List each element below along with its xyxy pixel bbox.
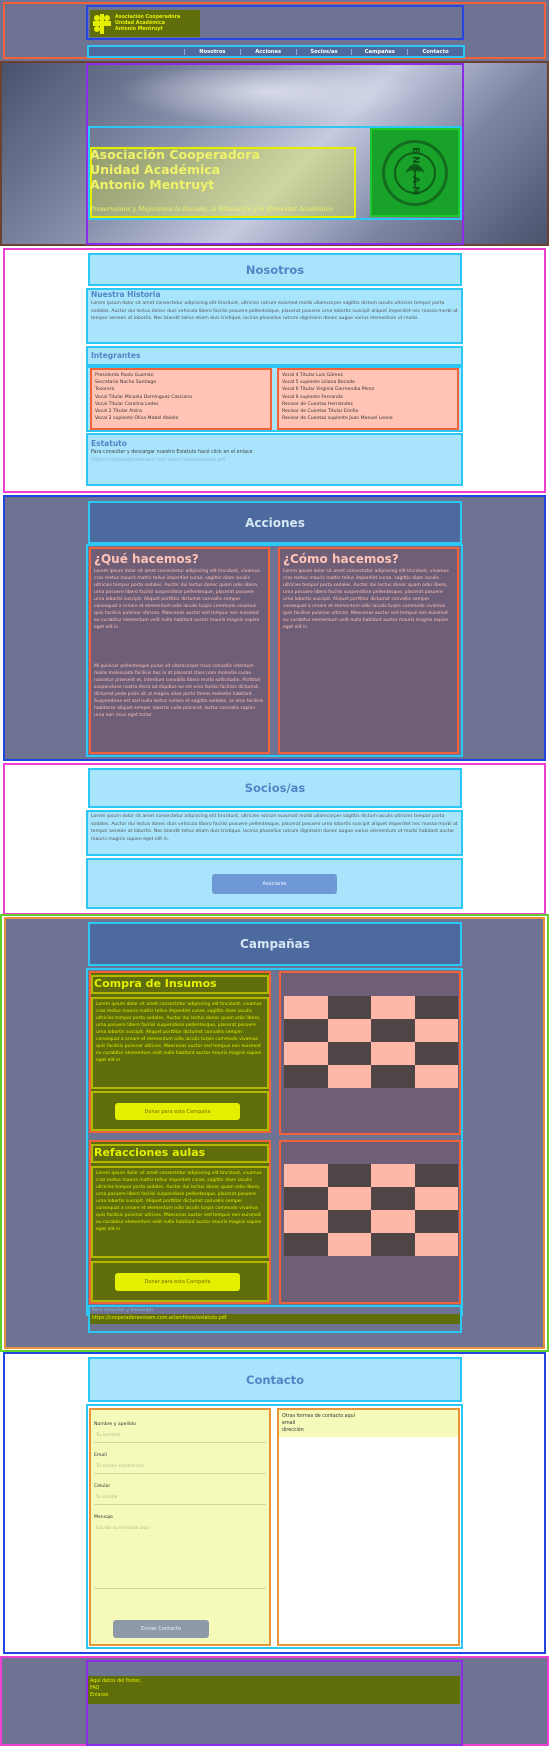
nav-campanas[interactable]: Campañas xyxy=(351,48,407,55)
footer-line: Aquí datos del footer, xyxy=(90,1679,142,1684)
como-hacemos-card: ¿Cómo hacemos? Lorem ipsum dolor sit ame… xyxy=(278,547,459,754)
celular-field[interactable]: Tu celular xyxy=(94,1491,266,1505)
member: Tesorera xyxy=(95,387,115,393)
donar-button[interactable]: Donar para esta Campaña xyxy=(115,1273,240,1291)
campaign-text: Lorem ipsum dolor sit amet consectetur a… xyxy=(91,997,269,1089)
campaign-text: Lorem ipsum dolor sit amet consectetur a… xyxy=(91,1166,269,1258)
socios-text-box: Lorem ipsum dolor sit amet consectetur a… xyxy=(86,810,463,856)
nosotros-title-bar: Nosotros xyxy=(88,253,462,286)
contact-info-line: Otras formas de contacto aquí xyxy=(282,1414,356,1419)
campaign-image xyxy=(279,1140,461,1304)
campaign-image xyxy=(279,971,461,1135)
integrantes-col-2: Vocal 4 Titular Luis Gómez Vocal 5 suple… xyxy=(277,368,459,430)
member: Vocal Titular Micaela Domínguez Casciano xyxy=(95,394,193,400)
contacto-title: Contacto xyxy=(246,1372,304,1387)
nombre-field[interactable]: Tu nombre xyxy=(94,1429,266,1443)
celular-label: Celular xyxy=(94,1484,111,1489)
email-field[interactable]: Tu correo electrónico xyxy=(94,1460,266,1474)
historia-text: Lorem ipsum dolor sit amet consectetur a… xyxy=(91,301,458,321)
hero-tagline: Preservamos y Mejoramos la Escuela, la E… xyxy=(90,206,333,213)
campaign-title: Refacciones aulas xyxy=(91,1144,269,1163)
member: Vocal 5 suplente Liliana Bocado xyxy=(282,380,355,386)
integrantes-header: Integrantes xyxy=(86,346,463,366)
hero-logo-box: ENSAM xyxy=(370,128,460,217)
estatuto-text: Para consultar y descargar nuestro Estat… xyxy=(91,450,253,455)
member: Vocal 2 suplente Oliva Mabel Abiolla xyxy=(95,416,179,422)
socios-text: Lorem ipsum dolor sit amet consectetur a… xyxy=(91,814,458,842)
campanas-title: Campañas xyxy=(240,937,310,951)
member: Revisor de Cuentas Hernández xyxy=(282,401,353,407)
mensaje-field[interactable]: Escribí tu mensaje aquí xyxy=(94,1522,266,1589)
donar-button[interactable]: Donar para esta Campaña xyxy=(115,1103,240,1120)
acciones-title: Acciones xyxy=(245,515,305,530)
que-hacemos-title: ¿Qué hacemos? xyxy=(94,552,199,566)
campanas-title-bar: Campañas xyxy=(88,922,462,966)
hero-title-line-1: Asociación Cooperadora xyxy=(90,147,260,162)
campaign-image-pattern xyxy=(284,996,458,1088)
nav-contacto[interactable]: Contacto xyxy=(407,48,463,55)
campanas-foot-link[interactable]: https://cooperadoraensam.com.ar/archivos… xyxy=(90,1314,460,1324)
historia-box: Nuestra Historia Lorem ipsum dolor sit a… xyxy=(86,288,463,344)
footer-info: Aquí datos del footer, FAQ Enlaces xyxy=(88,1676,460,1704)
mensaje-label: Mensaje xyxy=(94,1515,114,1520)
estatuto-box: Estatuto Para consultar y descargar nues… xyxy=(86,433,463,486)
member: Vocal 4 Titular Luis Gómez xyxy=(282,373,343,378)
enviar-contacto-button[interactable]: Enviar Contacto xyxy=(113,1620,209,1638)
member: Vocal 6 suplente Fernanda xyxy=(282,394,343,400)
que-hacemos-card: ¿Qué hacemos? Lorem ipsum dolor sit amet… xyxy=(89,547,270,754)
que-hacemos-text-2: Mi pulvinar pellentesque purus sit ullam… xyxy=(94,664,264,718)
contacto-title-bar: Contacto xyxy=(88,1357,462,1402)
estatuto-title: Estatuto xyxy=(91,439,127,448)
campaign-button-wrap: Donar para esta Campaña xyxy=(91,1091,269,1131)
brand-name: Asociación Cooperadora Unidad Académica … xyxy=(115,14,181,32)
member: Vocal 6 Titular Virginia Garmendia Pérez xyxy=(282,387,375,393)
member: Vocal 2 Titular Alzira xyxy=(95,409,142,415)
footer-link-faq[interactable]: FAQ xyxy=(90,1685,458,1692)
socios-title-bar: Socios/as xyxy=(88,768,462,808)
hero-title-line-2: Unidad Académica xyxy=(90,162,221,177)
campanas-foot-title: Para consultar y descargar xyxy=(92,1308,154,1313)
campaign-title: Compra de Insumos xyxy=(91,975,269,994)
nav-acciones[interactable]: Acciones xyxy=(239,48,296,55)
member: Secretario Nacho Santiago xyxy=(95,380,157,386)
socios-title: Socios/as xyxy=(244,781,306,795)
asociarse-button[interactable]: Asociarse xyxy=(212,874,337,894)
como-hacemos-text: Lorem ipsum dolor sit amet consectetur a… xyxy=(283,569,449,630)
email-label: Email xyxy=(94,1453,107,1458)
campaign-button-wrap: Donar para esta Campaña xyxy=(91,1261,269,1302)
estatuto-link[interactable]: https://cooperadoraensam.com.ar/archivos… xyxy=(91,457,458,465)
que-hacemos-text: Lorem ipsum dolor sit amet consectetur a… xyxy=(94,569,260,630)
member: Revisor de Cuentas Titular Emilia xyxy=(282,409,359,415)
nombre-label: Nombre y apellido xyxy=(94,1422,137,1427)
campanas-foot: Para consultar y descargar https://coope… xyxy=(88,1305,462,1333)
contact-form: Nombre y apellido Tu nombre Email Tu cor… xyxy=(89,1408,271,1646)
contact-info-line: email xyxy=(282,1421,296,1426)
hero-title-line-3: Antonio Mentruyt xyxy=(90,177,215,192)
nav-nosotros[interactable]: Nosotros xyxy=(184,48,240,55)
integrantes-col-1: Presidenta Paola Guzmán Secretario Nacho… xyxy=(90,368,272,430)
flower-logo-icon xyxy=(92,13,112,35)
acciones-title-bar: Acciones xyxy=(88,501,462,544)
main-nav: Nosotros Acciones Socios/as Campañas Con… xyxy=(87,45,465,58)
campaign-card: Compra de Insumos Lorem ipsum dolor sit … xyxy=(89,971,271,1133)
hero-title: Asociación Cooperadora Unidad Académica … xyxy=(90,147,350,192)
member: Revisor de Cuentas suplente Juan Manuel … xyxy=(282,416,393,422)
contact-info-line: dirección xyxy=(282,1428,304,1433)
como-hacemos-title: ¿Cómo hacemos? xyxy=(283,552,399,566)
integrantes-title: Integrantes xyxy=(91,351,141,360)
hero-logo-text: ENSAM xyxy=(410,146,420,199)
member: Presidenta Paola Guzmán xyxy=(95,373,154,378)
campaign-card: Refacciones aulas Lorem ipsum dolor sit … xyxy=(89,1140,271,1304)
contact-info: Otras formas de contacto aquí email dire… xyxy=(277,1408,460,1646)
historia-title: Nuestra Historia xyxy=(91,290,161,299)
member: Vocal Titular Carolina Ledes xyxy=(95,401,159,407)
footer-link-enlaces[interactable]: Enlaces xyxy=(90,1692,458,1699)
brand-logo[interactable]: Asociación Cooperadora Unidad Académica … xyxy=(90,10,200,37)
campaign-image-pattern xyxy=(284,1164,458,1256)
socios-button-box: Asociarse xyxy=(86,858,463,909)
nosotros-title: Nosotros xyxy=(245,262,305,277)
contact-info-box: Otras formas de contacto aquí email dire… xyxy=(279,1410,458,1437)
nav-socios[interactable]: Socios/as xyxy=(295,48,352,55)
